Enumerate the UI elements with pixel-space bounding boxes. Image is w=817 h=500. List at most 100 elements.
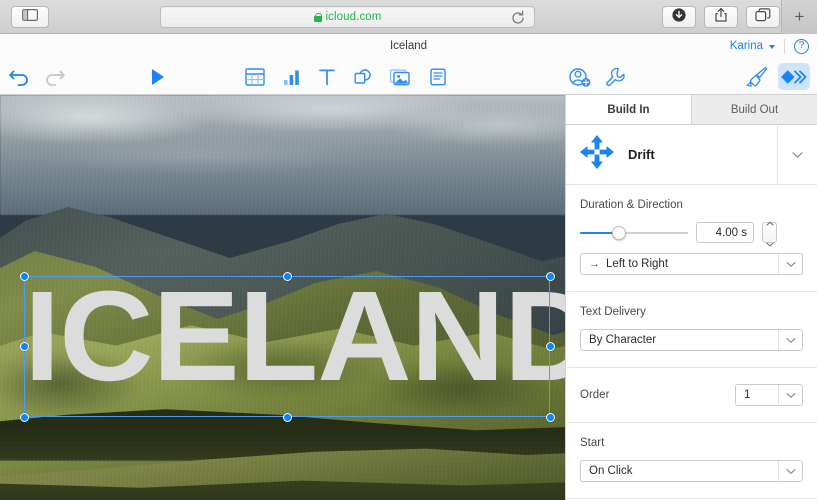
- animate-icon: [781, 68, 807, 86]
- format-button[interactable]: [740, 58, 774, 95]
- url-text-group: icloud.com: [313, 11, 382, 23]
- text-delivery-popup-chevron[interactable]: [778, 330, 802, 350]
- browser-toolbar: icloud.com +: [0, 0, 817, 34]
- direction-popup-chevron[interactable]: [778, 254, 802, 274]
- duration-direction-label: Duration & Direction: [580, 199, 683, 211]
- insert-table-button[interactable]: [238, 58, 272, 95]
- account-area: Karina ?: [730, 34, 809, 58]
- start-label: Start: [580, 437, 605, 449]
- selection-handle-top-left[interactable]: [20, 272, 29, 281]
- account-name[interactable]: Karina: [730, 40, 763, 52]
- document-title-bar: Iceland Karina ?: [0, 34, 817, 58]
- selection-handle-middle-left[interactable]: [20, 342, 29, 351]
- text-delivery-value: By Character: [589, 334, 657, 346]
- text-delivery-label: Text Delivery: [580, 306, 646, 318]
- wrench-icon: [604, 66, 626, 88]
- chevron-down-icon: [785, 261, 796, 267]
- duration-direction-section: Duration & Direction 4.00 s → Left to Ri…: [566, 185, 817, 292]
- new-tab-label: +: [794, 7, 805, 26]
- text-icon: [317, 67, 337, 87]
- tab-build-in[interactable]: Build In: [566, 95, 691, 124]
- chevron-down-icon: [792, 152, 803, 158]
- order-section: Order 1: [566, 368, 817, 423]
- order-popup-chevron[interactable]: [778, 385, 802, 405]
- play-button[interactable]: [140, 58, 176, 95]
- undo-button[interactable]: [2, 58, 38, 95]
- selection-handle-top-right[interactable]: [546, 272, 555, 281]
- selection-bounding-box[interactable]: [20, 272, 555, 422]
- order-popup[interactable]: 1: [735, 384, 803, 406]
- start-section: Start On Click: [566, 423, 817, 499]
- download-icon: [671, 7, 687, 28]
- text-delivery-section: Text Delivery By Character: [566, 292, 817, 368]
- reload-button[interactable]: [510, 10, 526, 26]
- start-value: On Click: [589, 465, 633, 477]
- tab-build-out[interactable]: Build Out: [691, 95, 817, 124]
- stepper-down-icon[interactable]: [765, 234, 774, 252]
- url-text: icloud.com: [325, 11, 382, 23]
- keynote-toolbar: [0, 58, 817, 95]
- start-popup-chevron[interactable]: [778, 461, 802, 481]
- help-icon[interactable]: ?: [794, 38, 809, 54]
- start-popup[interactable]: On Click: [580, 460, 803, 482]
- redo-icon: [42, 67, 66, 87]
- sidebar-toggle-button[interactable]: [11, 6, 49, 28]
- insert-shape-button[interactable]: [346, 58, 380, 95]
- selection-handle-bottom-right[interactable]: [546, 413, 555, 422]
- chevron-down-icon[interactable]: [769, 45, 775, 49]
- duration-value-field[interactable]: 4.00 s: [696, 222, 754, 243]
- animate-button-bg: [778, 63, 810, 90]
- insert-chart-button[interactable]: [275, 58, 309, 95]
- slide-canvas[interactable]: ICELAND: [0, 95, 566, 500]
- document-title: Iceland: [389, 40, 428, 52]
- effect-disclosure-button[interactable]: [777, 125, 817, 185]
- divider: [784, 38, 785, 54]
- share-button[interactable]: [704, 6, 738, 28]
- address-bar[interactable]: icloud.com: [160, 6, 535, 28]
- sidebar-icon: [22, 8, 39, 26]
- comment-icon: [428, 67, 448, 87]
- selection-handle-top-center[interactable]: [283, 272, 292, 281]
- inspector-panel: Build In Build Out Drift Duration & Dire…: [565, 95, 817, 500]
- selection-handle-bottom-left[interactable]: [20, 413, 29, 422]
- duration-stepper[interactable]: [762, 221, 777, 247]
- share-icon: [714, 7, 728, 28]
- shape-icon: [352, 67, 374, 87]
- selection-handle-bottom-center[interactable]: [283, 413, 292, 422]
- tabs-icon: [755, 7, 771, 27]
- add-person-icon: [568, 66, 592, 88]
- chevron-down-icon: [785, 468, 796, 474]
- animate-button[interactable]: [776, 58, 812, 95]
- show-tabs-button[interactable]: [746, 6, 780, 28]
- play-icon: [149, 67, 167, 87]
- direction-value: Left to Right: [606, 258, 669, 270]
- inspector-tabs: Build In Build Out: [566, 95, 817, 125]
- insert-comment-button[interactable]: [421, 58, 455, 95]
- app-window: icloud.com + Iceland Karina ? ICELAND Bu…: [0, 0, 817, 500]
- downloads-button[interactable]: [662, 6, 696, 28]
- redo-button[interactable]: [36, 58, 72, 95]
- four-way-arrows-icon: [578, 133, 616, 176]
- slider-knob[interactable]: [612, 225, 626, 240]
- chevron-down-icon: [785, 337, 796, 343]
- order-value: 1: [744, 389, 751, 401]
- chart-icon: [281, 67, 303, 87]
- tools-button[interactable]: [598, 58, 632, 95]
- text-delivery-popup[interactable]: By Character: [580, 329, 803, 351]
- collaborate-button[interactable]: [563, 58, 597, 95]
- insert-text-button[interactable]: [311, 58, 343, 95]
- effect-row[interactable]: Drift: [566, 125, 817, 185]
- new-tab-button[interactable]: +: [781, 0, 817, 34]
- insert-media-button[interactable]: [383, 58, 417, 95]
- selection-handle-middle-right[interactable]: [546, 342, 555, 351]
- media-icon: [389, 67, 411, 87]
- browser-actions: [662, 6, 780, 28]
- duration-slider[interactable]: [580, 225, 688, 240]
- paintbrush-icon: [745, 66, 769, 88]
- arrow-right-icon: →: [589, 258, 600, 270]
- stepper-up-icon[interactable]: [765, 213, 774, 231]
- table-icon: [244, 67, 266, 87]
- effect-name: Drift: [628, 147, 655, 162]
- direction-popup[interactable]: → Left to Right: [580, 253, 803, 275]
- undo-icon: [8, 67, 32, 87]
